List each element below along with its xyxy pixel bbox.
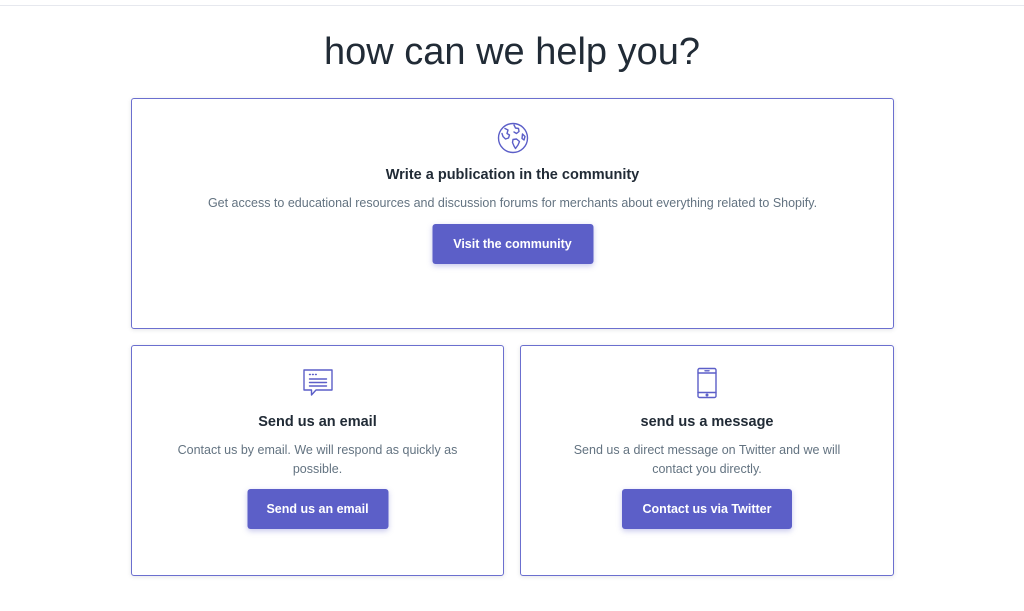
email-card: Send us an email Contact us by email. We…: [131, 345, 504, 576]
card-title: Send us an email: [258, 414, 377, 430]
message-card: send us a message Send us a direct messa…: [520, 345, 894, 576]
top-divider: [0, 5, 1024, 6]
mobile-phone-icon: [690, 366, 724, 400]
card-title: send us a message: [640, 414, 774, 430]
card-title: Write a publication in the community: [385, 167, 640, 183]
community-card: Write a publication in the community Get…: [131, 98, 894, 329]
globe-icon: [496, 121, 530, 155]
contact-twitter-button[interactable]: Contact us via Twitter: [622, 489, 792, 529]
card-description: Contact us by email. We will respond as …: [177, 443, 458, 476]
card-description: Get access to educational resources and …: [207, 196, 818, 210]
page-title: how can we help you?: [323, 31, 701, 73]
send-email-button[interactable]: Send us an email: [247, 489, 388, 529]
card-description: Send us a direct message on Twitter and …: [573, 443, 841, 476]
chat-bubble-icon: [301, 366, 335, 400]
visit-community-button[interactable]: Visit the community: [432, 224, 593, 264]
